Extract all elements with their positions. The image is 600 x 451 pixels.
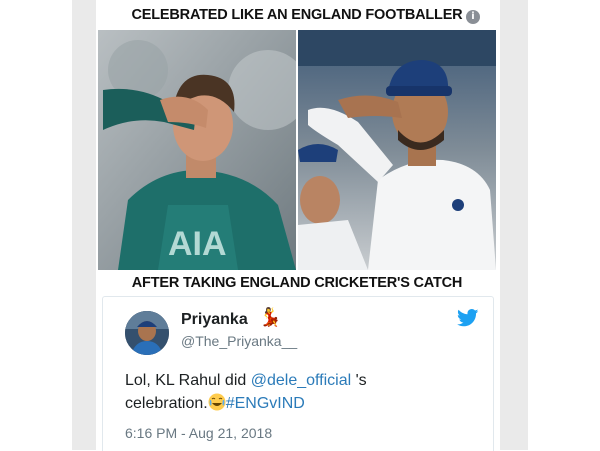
avatar[interactable]	[125, 311, 169, 355]
svg-text:AIA: AIA	[168, 225, 227, 263]
meme-bottom-caption: AFTER TAKING ENGLAND CRICKETER'S CATCH	[131, 275, 463, 291]
embedded-tweet[interactable]: Priyanka 💃 @The_Priyanka__ Lol, KL Rahul…	[102, 296, 494, 451]
tweet-timestamp[interactable]: 6:16 PM - Aug 21, 2018	[125, 425, 272, 441]
twitter-bird-icon[interactable]	[457, 309, 479, 327]
tweet-text-prefix: Lol, KL Rahul did	[125, 372, 251, 389]
hashtag-link[interactable]: #ENGvIND	[226, 395, 305, 412]
article-card: CELEBRATED LIKE AN ENGLAND FOOTBALLER i …	[96, 0, 498, 451]
avatar-photo-icon	[125, 311, 169, 355]
cricketer-celebration-photo	[298, 30, 496, 270]
meme-top-caption: CELEBRATED LIKE AN ENGLAND FOOTBALLER	[131, 7, 463, 23]
footballer-photo: AIA	[98, 30, 296, 270]
footballer-celebration-photo: AIA	[98, 30, 296, 270]
tweet-text-line2: celebration.	[125, 395, 208, 412]
tweet-text: Lol, KL Rahul did @dele_official 's cele…	[125, 369, 485, 415]
right-gutter	[500, 0, 528, 450]
tweet-text-mid: 's	[351, 372, 367, 389]
cricketer-photo	[298, 30, 496, 270]
mention-link[interactable]: @dele_official	[251, 372, 351, 389]
laughing-tears-emoji-icon	[208, 393, 226, 411]
info-icon[interactable]: i	[466, 10, 480, 24]
tweet-display-name[interactable]: Priyanka	[181, 311, 248, 329]
dancer-icon: 💃	[259, 307, 282, 328]
meme-image: CELEBRATED LIKE AN ENGLAND FOOTBALLER i …	[96, 0, 498, 298]
tweet-handle[interactable]: @The_Priyanka__	[181, 333, 297, 349]
